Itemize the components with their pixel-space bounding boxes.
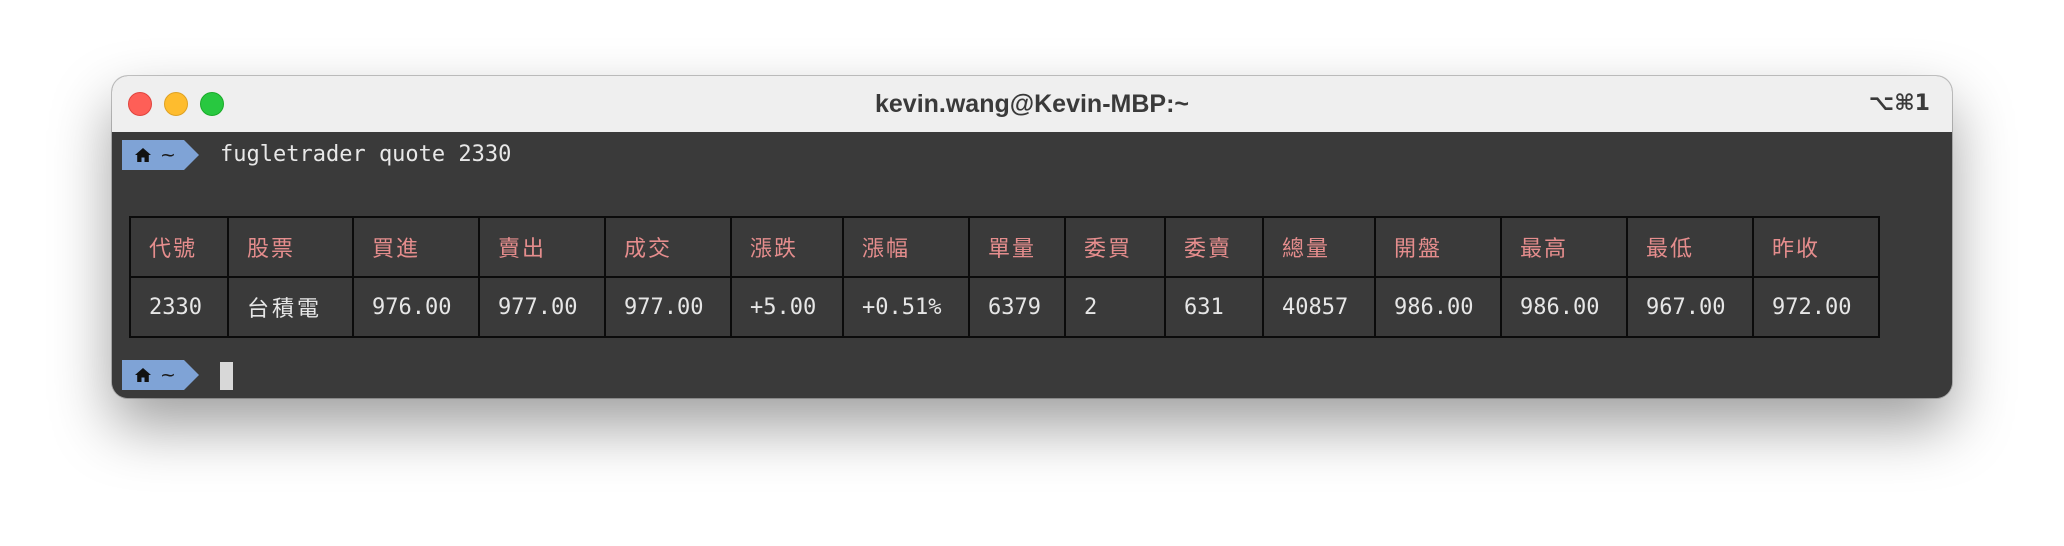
prompt-dir: ~ (160, 364, 176, 386)
table-header-cell: 漲幅 (842, 216, 970, 278)
prompt-dir-segment: ~ (122, 140, 184, 170)
table-cell: 台積電 (227, 276, 354, 338)
table-cell: 977.00 (478, 276, 606, 338)
prompt-segment: ~ (122, 140, 199, 170)
table-cell: 40857 (1262, 276, 1376, 338)
table-cell: 2330 (129, 276, 229, 338)
table-cell: 2 (1064, 276, 1166, 338)
table-header-cell: 賣出 (478, 216, 606, 278)
table-header-cell: 代號 (129, 216, 229, 278)
table-cell: 986.00 (1374, 276, 1502, 338)
window-title: kevin.wang@Kevin-MBP:~ (874, 90, 1190, 118)
terminal-content[interactable]: ~ fugletrader quote 2330 代號 股票 買進 賣出 成交 漲跌 漲幅單… (112, 132, 1952, 398)
window-shortcut: ⌥⌘1 (1868, 91, 1930, 116)
table-header-cell: 委賣 (1164, 216, 1264, 278)
table-header-cell: 買進 (352, 216, 480, 278)
table-cell: 977.00 (604, 276, 732, 338)
table-cell: 972.00 (1752, 276, 1880, 338)
home-icon (135, 368, 151, 382)
quote-table: 代號 股票 買進 賣出 成交 漲跌 漲幅 單量 委買 委賣 總量 開盤 最高 最低 昨收 2330 台積電 97… (129, 216, 1880, 338)
prompt-arrow (183, 140, 199, 170)
terminal-cursor (220, 362, 233, 390)
prompt-arrow (183, 360, 199, 390)
table-cell: 967.00 (1626, 276, 1754, 338)
table-cell: 631 (1164, 276, 1264, 338)
prompt-segment: ~ (122, 360, 199, 390)
table-header-cell: 最低 (1626, 216, 1754, 278)
table-cell: 976.00 (352, 276, 480, 338)
terminal-window: kevin.wang@Kevin-MBP:~ ⌥⌘1 ~ fugletrader… (112, 76, 1952, 398)
table-cell: +0.51% (842, 276, 970, 338)
table-cell: +5.00 (730, 276, 844, 338)
table-header-cell: 漲跌 (730, 216, 844, 278)
table-cell: 6379 (968, 276, 1066, 338)
table-header-cell: 單量 (968, 216, 1066, 278)
command-text: fugletrader quote 2330 (220, 142, 512, 167)
table-header-cell: 成交 (604, 216, 732, 278)
prompt-dir: ~ (160, 144, 176, 166)
table-header-cell: 最高 (1500, 216, 1628, 278)
title-bar[interactable]: kevin.wang@Kevin-MBP:~ ⌥⌘1 (112, 76, 1952, 133)
table-header-cell: 股票 (227, 216, 354, 278)
table-header-cell: 開盤 (1374, 216, 1502, 278)
table-header-cell: 昨收 (1752, 216, 1880, 278)
table-header-row: 代號 股票 買進 賣出 成交 漲跌 漲幅 單量 委買 委賣 總量 開盤 最高 最低 昨收 (129, 216, 1880, 278)
prompt-dir-segment: ~ (122, 360, 184, 390)
table-header-cell: 委買 (1064, 216, 1166, 278)
home-icon (135, 148, 151, 162)
table-row: 2330 台積電 976.00 977.00 977.00 +5.00 +0.51% 6379… (129, 276, 1880, 338)
table-header-cell: 總量 (1262, 216, 1376, 278)
table-cell: 986.00 (1500, 276, 1628, 338)
